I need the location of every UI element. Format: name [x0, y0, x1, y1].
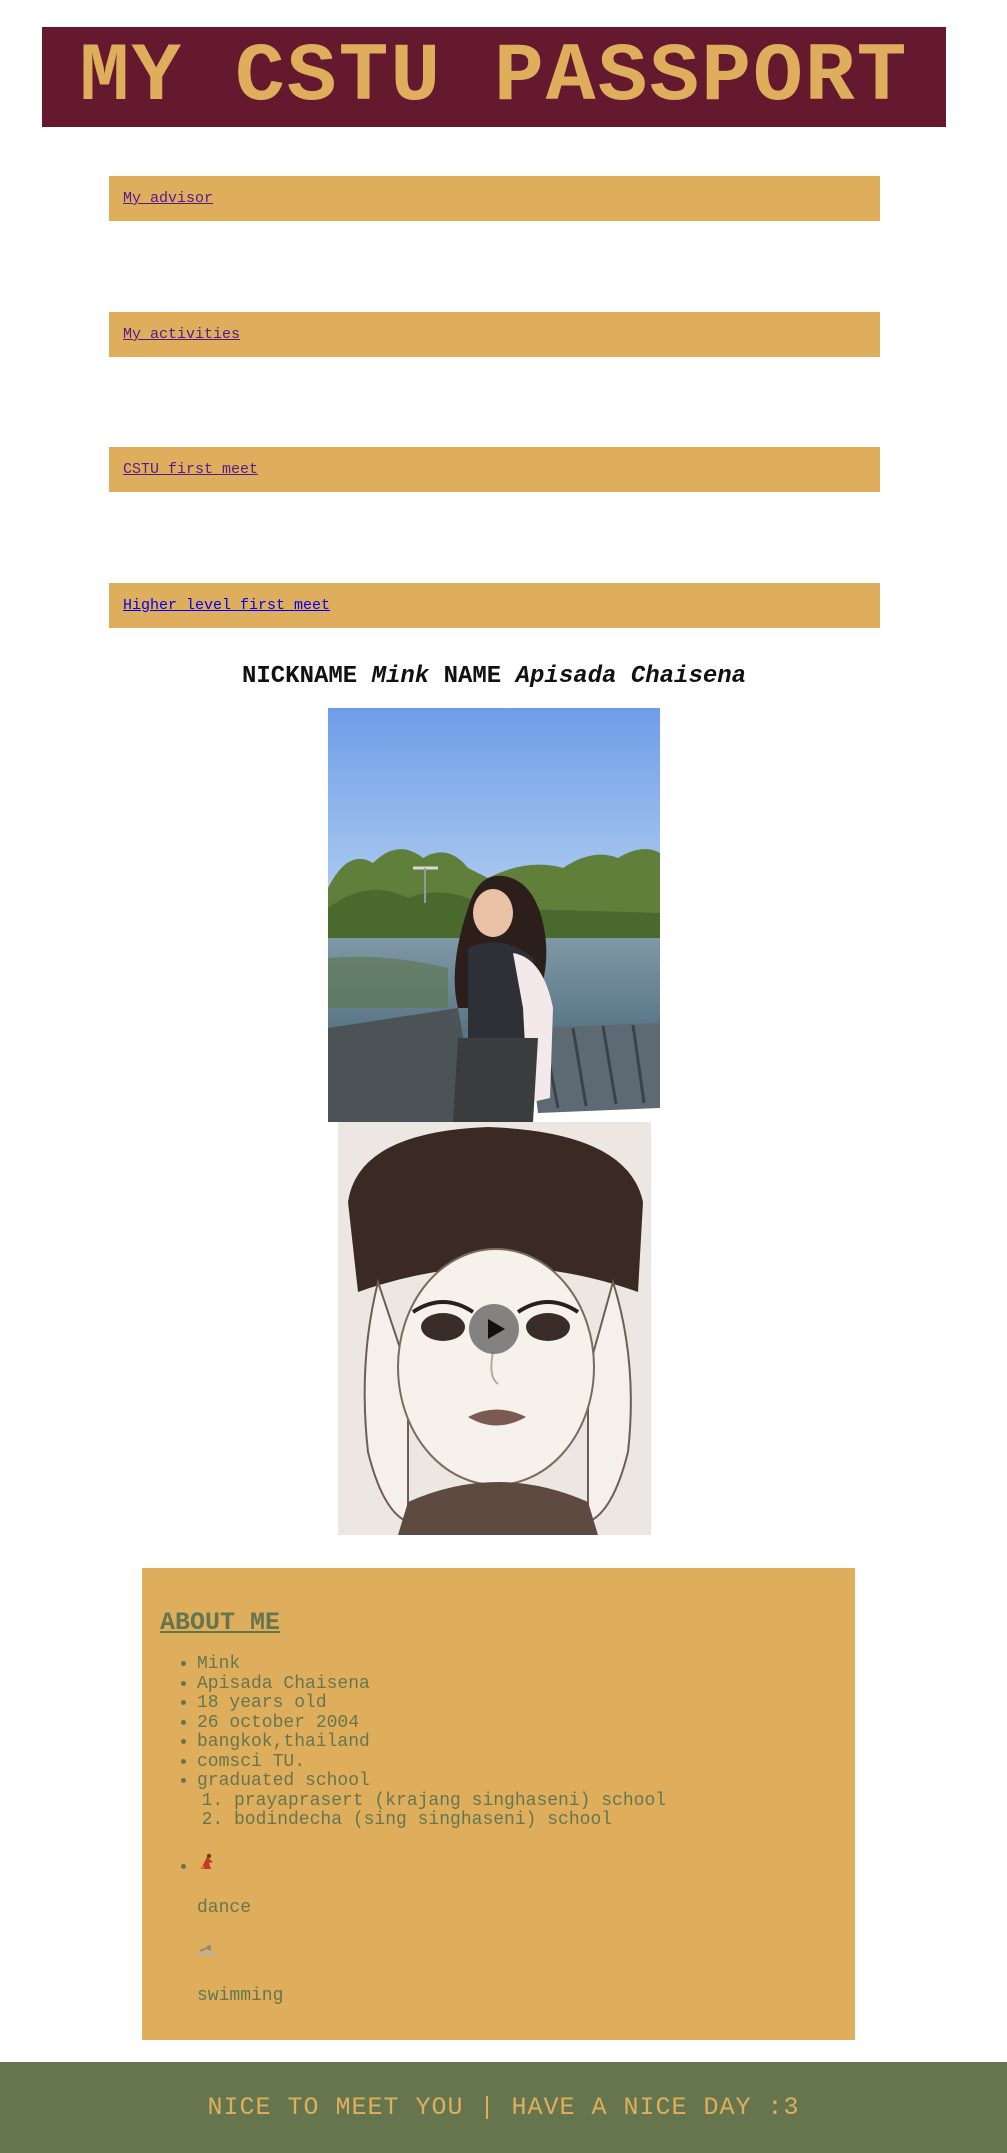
name-heading: NICKNAME Mink NAME Apisada Chaisena: [0, 663, 988, 690]
list-item: 18 years old: [197, 1693, 855, 1714]
school-item: prayaprasert (krajang singhaseni) school: [234, 1791, 855, 1812]
link-my-advisor[interactable]: My advisor: [123, 190, 213, 207]
hobby-dance: dance: [197, 1898, 252, 1918]
about-me-panel: ABOUT ME Mink Apisada Chaisena 18 years …: [142, 1568, 855, 2040]
nav-box-higher-level: Higher level first meet: [109, 583, 880, 628]
play-button[interactable]: [469, 1304, 519, 1354]
photo-illustration: [328, 708, 660, 1122]
memoji-video[interactable]: [338, 1122, 651, 1535]
hobby-swimming: swimming: [197, 1986, 284, 2006]
nav-box-advisor: My advisor: [109, 176, 880, 221]
list-item: bangkok,thailand: [197, 1732, 855, 1753]
nickname-value: Mink: [371, 663, 430, 690]
list-item: Apisada Chaisena: [197, 1674, 855, 1695]
list-item: graduated school prayaprasert (krajang s…: [197, 1771, 855, 1831]
link-cstu-first-meet[interactable]: CSTU first meet: [123, 461, 258, 478]
about-list: Mink Apisada Chaisena 18 years old 26 oc…: [160, 1654, 855, 2007]
about-heading: ABOUT ME: [160, 1608, 281, 1637]
swimmer-icon: [197, 1941, 217, 1959]
page-title: MY CSTU PASSPORT: [79, 30, 909, 124]
dancer-icon: [197, 1853, 217, 1871]
list-item: Mink: [197, 1654, 855, 1675]
title-banner: MY CSTU PASSPORT: [42, 27, 946, 127]
list-item: 26 october 2004: [197, 1713, 855, 1734]
school-item: bodindecha (sing singhaseni) school: [234, 1810, 855, 1831]
link-my-activities[interactable]: My activities: [123, 326, 240, 343]
portrait-photo: [328, 708, 660, 1122]
nickname-label: NICKNAME: [241, 663, 358, 690]
footer: NICE TO MEET YOU | HAVE A NICE DAY :3: [0, 2062, 1007, 2153]
hobby-item: dance swimming: [197, 1853, 855, 2007]
nav-box-activities: My activities: [109, 312, 880, 357]
name-label: NAME: [443, 663, 502, 690]
nav-box-cstu-first-meet: CSTU first meet: [109, 447, 880, 492]
page: MY CSTU PASSPORT My advisor My activitie…: [0, 0, 1007, 2153]
footer-text: NICE TO MEET YOU | HAVE A NICE DAY :3: [207, 2093, 800, 2122]
school-list: prayaprasert (krajang singhaseni) school…: [197, 1791, 855, 1831]
list-item: comsci TU.: [197, 1752, 855, 1773]
link-higher-level-first-meet[interactable]: Higher level first meet: [123, 597, 330, 614]
play-icon: [488, 1319, 505, 1339]
graduated-school-label: graduated school: [197, 1771, 370, 1791]
name-value: Apisada Chaisena: [515, 663, 747, 690]
